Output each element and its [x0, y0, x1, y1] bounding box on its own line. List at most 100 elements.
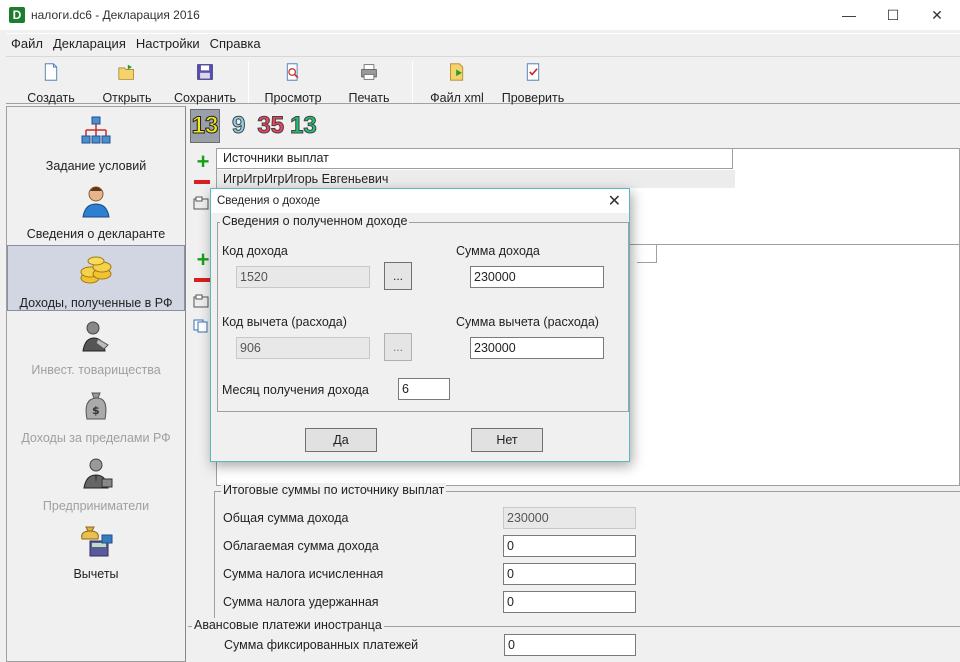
open-label: Открыть	[102, 91, 152, 105]
menu-settings[interactable]: Настройки	[131, 36, 205, 51]
close-icon[interactable]: ✕	[608, 191, 621, 211]
businessman-icon	[83, 458, 113, 489]
yes-button[interactable]: Да	[305, 428, 377, 452]
app-logo-icon: D	[9, 7, 25, 23]
sidebar-item-label: Вычеты	[73, 567, 119, 581]
sidebar: Задание условий Сведения о декларанте До…	[6, 106, 186, 662]
rate-13-nonresident-tab[interactable]: 13	[290, 112, 318, 140]
sidebar-item-label: Доходы за пределами РФ	[21, 431, 171, 445]
dialog-title: Сведения о доходе	[217, 195, 321, 207]
edit-source-icon[interactable]	[193, 196, 209, 210]
totals-group: Итоговые суммы по источнику выплат Общая…	[214, 483, 960, 621]
tax-rate-selector: 13 9 35 13	[190, 108, 317, 144]
menu-help[interactable]: Справка	[205, 36, 266, 51]
tax-calculated-field[interactable]: 0	[503, 563, 636, 585]
maximize-button[interactable]: ☐	[870, 0, 916, 30]
save-label: Сохранить	[173, 91, 237, 105]
xml-label: Файл xml	[430, 91, 484, 105]
tax-calculated-label: Сумма налога исчисленная	[223, 567, 384, 581]
close-window-button[interactable]: ✕	[914, 0, 960, 30]
tax-withheld-field[interactable]: 0	[503, 591, 636, 613]
menu-file[interactable]: Файл	[6, 36, 48, 51]
sidebar-item-label: Предприниматели	[42, 499, 150, 513]
svg-text:$: $	[92, 404, 100, 417]
sidebar-item-income-rf[interactable]: Доходы, полученные в РФ	[7, 245, 185, 311]
sidebar-item-label: Сведения о декларанте	[26, 227, 166, 241]
deduction-code-label: Код вычета (расхода)	[222, 315, 347, 329]
money-bag-icon: $	[85, 392, 107, 420]
no-button[interactable]: Нет	[471, 428, 543, 452]
coins-icon	[80, 256, 112, 284]
sidebar-item-invest[interactable]: Инвест. товарищества	[7, 313, 185, 379]
sources-header: Источники выплат	[217, 149, 733, 169]
toolbar-separator	[412, 61, 413, 103]
advance-group-title: Авансовые платежи иностранца	[192, 618, 384, 632]
open-folder-icon	[118, 64, 134, 80]
income-month-label: Месяц получения дохода	[222, 383, 369, 397]
sidebar-item-conditions[interactable]: Задание условий	[7, 109, 185, 175]
table-row[interactable]: ИгрИгрИгрИгорь Евгеньевич	[217, 170, 735, 188]
taxable-income-label: Облагаемая сумма дохода	[223, 539, 379, 553]
column-divider	[637, 245, 657, 263]
income-details-dialog: Сведения о доходе ✕ Сведения о полученно…	[210, 188, 630, 462]
remove-income-button[interactable]	[194, 278, 210, 282]
menu-bar: Файл Декларация Настройки Справка	[6, 33, 960, 53]
total-income-field: 230000	[503, 507, 636, 529]
rate-13-tab[interactable]: 13	[190, 109, 220, 143]
printer-icon	[361, 64, 377, 80]
toolbar: Создать Открыть Сохранить Просмотр Печат…	[6, 56, 960, 105]
fixed-payments-field[interactable]: 0	[504, 634, 636, 656]
sidebar-item-label: Задание условий	[45, 159, 147, 173]
sidebar-item-label: Доходы, полученные в РФ	[19, 296, 173, 310]
deduction-code-field[interactable]: 906	[236, 337, 370, 359]
income-sum-label: Сумма дохода	[456, 244, 540, 258]
window-title: налоги.dc6 - Декларация 2016	[31, 8, 200, 22]
sidebar-item-income-abroad[interactable]: $ Доходы за пределами РФ	[7, 381, 185, 447]
create-button[interactable]: Создать	[12, 61, 90, 105]
handshake-icon	[82, 321, 109, 352]
person-icon	[82, 186, 110, 218]
print-label: Печать	[348, 91, 390, 105]
check-button[interactable]: Проверить	[494, 61, 572, 105]
save-button[interactable]: Сохранить	[166, 61, 244, 105]
add-source-button[interactable]: +	[192, 151, 214, 173]
sidebar-item-declarant[interactable]: Сведения о декларанте	[7, 177, 185, 243]
open-button[interactable]: Открыть	[88, 61, 166, 105]
edit-income-icon[interactable]	[193, 294, 209, 308]
sidebar-item-entrepreneurs[interactable]: Предприниматели	[7, 449, 185, 515]
rate-9-tab[interactable]: 9	[231, 112, 245, 140]
deduction-sum-field[interactable]: 230000	[470, 337, 604, 359]
group-title: Сведения о полученном доходе	[220, 214, 410, 228]
income-sum-field[interactable]: 230000	[470, 266, 604, 288]
income-month-field[interactable]: 6	[398, 378, 450, 400]
check-label: Проверить	[501, 91, 565, 105]
menu-declaration[interactable]: Декларация	[48, 36, 131, 51]
minimize-button[interactable]: —	[826, 0, 872, 30]
income-code-label: Код дохода	[222, 244, 288, 258]
remove-source-button[interactable]	[194, 180, 210, 184]
income-code-browse-button[interactable]: ...	[384, 262, 412, 290]
sidebar-item-deductions[interactable]: Вычеты	[7, 517, 185, 583]
checklist-icon	[526, 63, 540, 81]
preview-icon	[286, 63, 299, 81]
new-document-icon	[44, 63, 58, 81]
copy-income-icon[interactable]	[193, 319, 209, 333]
advance-payments-group: Авансовые платежи иностранца Сумма фикси…	[188, 618, 960, 662]
create-label: Создать	[27, 91, 75, 105]
sidebar-item-label: Инвест. товарищества	[31, 363, 161, 377]
preview-label: Просмотр	[264, 91, 322, 105]
deduction-code-browse-button[interactable]: ...	[384, 333, 412, 361]
total-income-label: Общая сумма дохода	[223, 511, 349, 525]
taxable-income-field[interactable]: 0	[503, 535, 636, 557]
flowchart-icon	[81, 116, 111, 144]
rate-35-tab[interactable]: 35	[257, 112, 285, 140]
print-button[interactable]: Печать	[330, 61, 408, 105]
received-income-group: Сведения о полученном доходе Код дохода …	[217, 214, 629, 412]
preview-button[interactable]: Просмотр	[254, 61, 332, 105]
fixed-payments-label: Сумма фиксированных платежей	[224, 638, 419, 652]
toolbar-separator	[248, 61, 249, 103]
totals-group-title: Итоговые суммы по источнику выплат	[221, 483, 447, 497]
income-code-field[interactable]: 1520	[236, 266, 370, 288]
rate-13-label: 13	[191, 112, 219, 140]
export-xml-button[interactable]: Файл xml	[418, 61, 496, 105]
